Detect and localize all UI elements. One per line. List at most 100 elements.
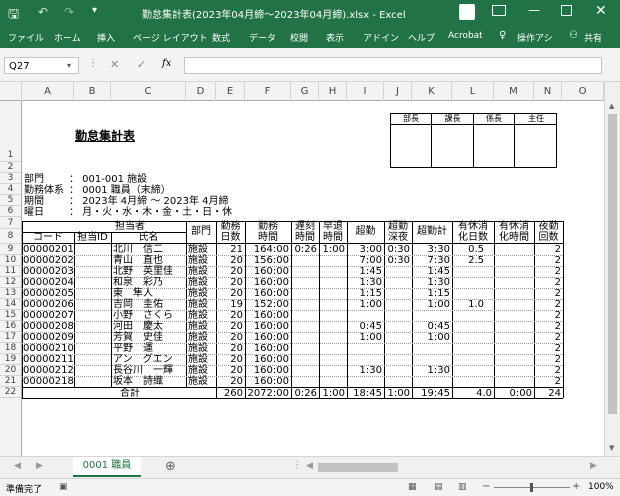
cell-dept[interactable]: 施設: [188, 355, 215, 365]
row-header[interactable]: 17: [0, 332, 21, 343]
cell-yakin[interactable]: 2: [534, 377, 561, 387]
cell-dept[interactable]: 施設: [188, 267, 215, 277]
cell-days[interactable]: 20: [216, 344, 243, 354]
zoom-out-icon[interactable]: −: [482, 481, 490, 492]
cell-name[interactable]: 長谷川 一輝: [113, 366, 185, 376]
cell-name[interactable]: 北川 信二: [113, 245, 185, 255]
cell-hours[interactable]: 160:00: [245, 377, 289, 387]
cell-yakin[interactable]: 2: [534, 322, 561, 332]
cell-late[interactable]: 0:26: [291, 245, 317, 255]
cell-days[interactable]: 20: [216, 366, 243, 376]
tab-insert[interactable]: 挿入: [97, 31, 115, 44]
column-header[interactable]: E: [216, 82, 245, 101]
tab-addins[interactable]: アドイン: [363, 31, 399, 44]
maximize-icon[interactable]: [561, 5, 572, 16]
cell-name[interactable]: 吉岡 圭佑: [113, 300, 185, 310]
cell-dept[interactable]: 施設: [188, 256, 215, 266]
formula-input[interactable]: [184, 57, 602, 74]
row-header[interactable]: 20: [0, 365, 21, 376]
normal-view-icon[interactable]: ▦: [408, 482, 417, 492]
cell-days[interactable]: 19: [216, 300, 243, 310]
cell-hours[interactable]: 160:00: [245, 278, 289, 288]
row-header[interactable]: 4: [0, 184, 21, 195]
row-header[interactable]: 14: [0, 299, 21, 310]
page-break-view-icon[interactable]: ▥: [458, 482, 467, 492]
cell-ot-total[interactable]: 1:15: [412, 289, 450, 299]
cell-ot-total[interactable]: 1:00: [412, 333, 450, 343]
cell-yakin[interactable]: 2: [534, 300, 561, 310]
cell-code[interactable]: 00000205: [23, 289, 74, 299]
cell-ot-total[interactable]: 0:45: [412, 322, 450, 332]
cell-ot[interactable]: 0:45: [347, 322, 382, 332]
tab-file[interactable]: ファイル: [8, 31, 44, 44]
chevron-down-icon[interactable]: ▾: [67, 61, 71, 70]
row-header[interactable]: 11: [0, 266, 21, 277]
cell-code[interactable]: 00000208: [23, 322, 74, 332]
cell-days[interactable]: 20: [216, 278, 243, 288]
row-header[interactable]: 2: [0, 162, 21, 173]
column-header[interactable]: F: [245, 82, 291, 101]
cell-hours[interactable]: 160:00: [245, 289, 289, 299]
cell-code[interactable]: 00000206: [23, 300, 74, 310]
page-layout-view-icon[interactable]: ▤: [434, 482, 443, 492]
row-header[interactable]: 13: [0, 288, 21, 299]
cell-dept[interactable]: 施設: [188, 333, 215, 343]
tab-page-layout[interactable]: ページ レイアウト: [133, 31, 208, 44]
zoom-level[interactable]: 100%: [588, 482, 614, 492]
scroll-thumb[interactable]: [608, 114, 617, 414]
tab-home[interactable]: ホーム: [54, 31, 81, 44]
cell-name[interactable]: 青山 直也: [113, 256, 185, 266]
column-header[interactable]: N: [534, 82, 562, 101]
redo-icon[interactable]: ↷: [64, 5, 74, 19]
cell-yakin[interactable]: 2: [534, 344, 561, 354]
enter-icon[interactable]: ✓: [137, 58, 146, 71]
cell-yakin[interactable]: 2: [534, 311, 561, 321]
column-header[interactable]: B: [74, 82, 111, 101]
cell-early[interactable]: 1:00: [319, 245, 345, 255]
cell-pl-days[interactable]: 0.5: [452, 245, 484, 255]
cell-code[interactable]: 00000202: [23, 256, 74, 266]
cell-name[interactable]: 坂本 詩織: [113, 377, 185, 387]
tab-acrobat[interactable]: Acrobat: [448, 31, 483, 41]
cell-yakin[interactable]: 2: [534, 355, 561, 365]
cell-yakin[interactable]: 2: [534, 289, 561, 299]
cell-code[interactable]: 00000203: [23, 267, 74, 277]
cell-name[interactable]: アン グエン: [113, 355, 185, 365]
hscroll-left-icon[interactable]: ◀: [306, 461, 313, 471]
cell-dept[interactable]: 施設: [188, 278, 215, 288]
cell-name[interactable]: 東 隼人: [113, 289, 185, 299]
cell-ot[interactable]: 1:15: [347, 289, 382, 299]
cell-days[interactable]: 21: [216, 245, 243, 255]
ribbon-display-icon[interactable]: [492, 5, 506, 16]
cell-ot[interactable]: 1:00: [347, 333, 382, 343]
cell-days[interactable]: 20: [216, 333, 243, 343]
column-header[interactable]: A: [22, 82, 74, 101]
cell-dept[interactable]: 施設: [188, 245, 215, 255]
cell-hours[interactable]: 160:00: [245, 311, 289, 321]
tab-formulas[interactable]: 数式: [212, 31, 230, 44]
account-avatar[interactable]: [459, 4, 475, 20]
row-header[interactable]: 15: [0, 310, 21, 321]
cell-ot[interactable]: 1:00: [347, 300, 382, 310]
cell-ot-total[interactable]: 7:30: [412, 256, 450, 266]
customize-qat-icon[interactable]: ▾: [92, 5, 97, 16]
scroll-up-icon[interactable]: ▲: [609, 102, 614, 110]
cell-name[interactable]: 北野 英里佳: [113, 267, 185, 277]
cell-pl-days[interactable]: 2.5: [452, 256, 484, 266]
cell-hours[interactable]: 160:00: [245, 366, 289, 376]
row-header[interactable]: 9: [0, 244, 21, 255]
cell-yakin[interactable]: 2: [534, 256, 561, 266]
cell-ot[interactable]: 7:00: [347, 256, 382, 266]
cancel-icon[interactable]: ✕: [110, 58, 119, 71]
row-header[interactable]: 6: [0, 206, 21, 217]
cell-night[interactable]: 0:30: [384, 256, 410, 266]
cell-code[interactable]: 00000211: [23, 355, 74, 365]
name-box[interactable]: Q27 ▾: [4, 57, 79, 74]
worksheet-grid[interactable]: 勤怠集計表 部長 課長 係長 主任 部門 ： 001-001 施設 勤務体系 ：…: [22, 101, 604, 456]
cell-code[interactable]: 00000218: [23, 377, 74, 387]
cell-ot-total[interactable]: 1:30: [412, 278, 450, 288]
tab-review[interactable]: 校閲: [290, 31, 308, 44]
macro-record-icon[interactable]: ▣: [59, 482, 68, 492]
cell-ot-total[interactable]: 3:30: [412, 245, 450, 255]
cell-hours[interactable]: 160:00: [245, 355, 289, 365]
